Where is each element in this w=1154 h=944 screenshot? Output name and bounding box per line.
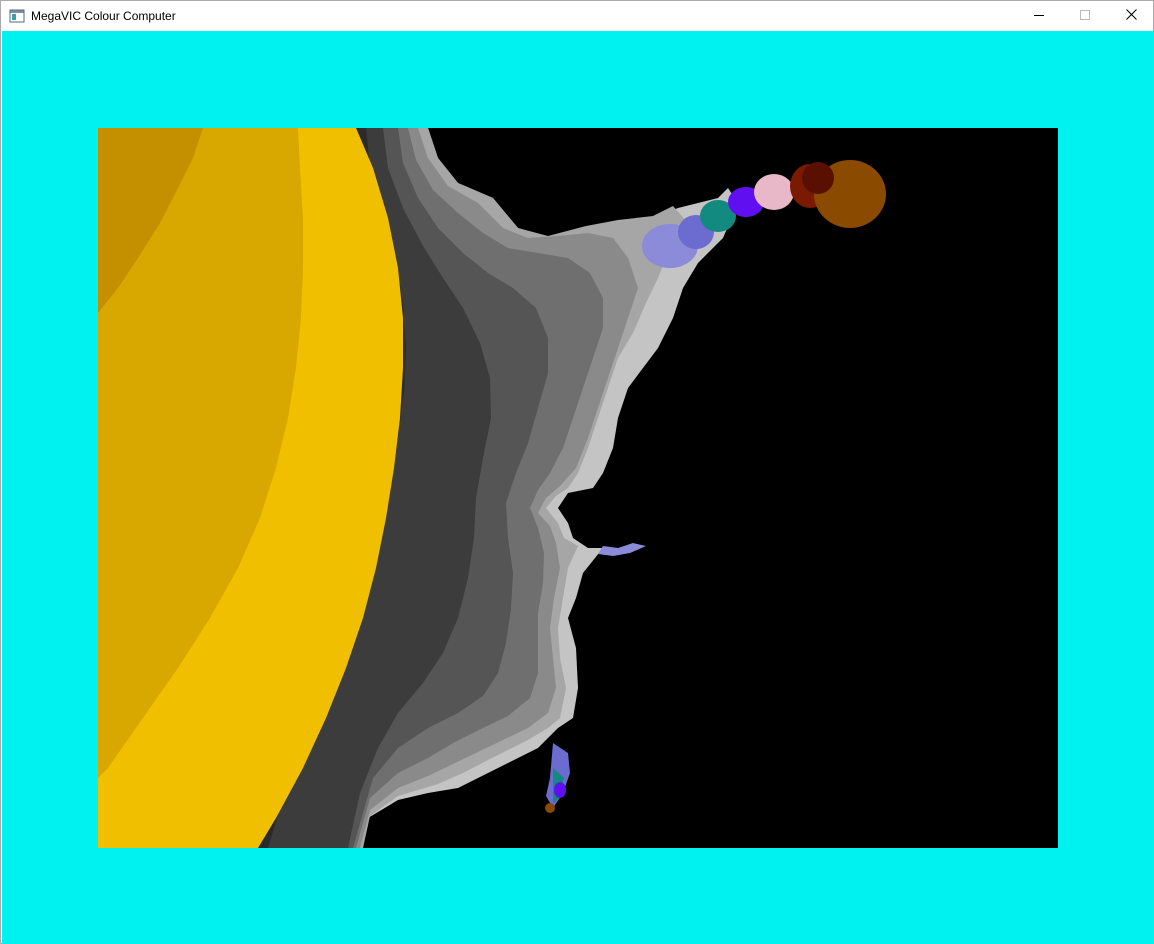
window-title: MegaVIC Colour Computer bbox=[31, 9, 176, 23]
maximize-icon bbox=[1080, 7, 1090, 25]
close-button[interactable] bbox=[1108, 1, 1154, 31]
screen-border bbox=[2, 31, 1153, 944]
minimize-button[interactable] bbox=[1016, 1, 1062, 31]
close-icon bbox=[1125, 7, 1137, 25]
maximize-button[interactable] bbox=[1062, 1, 1108, 31]
title-bar[interactable]: MegaVIC Colour Computer bbox=[1, 1, 1153, 31]
mandelbrot-fractal bbox=[98, 128, 1058, 848]
app-window-icon[interactable] bbox=[9, 8, 25, 24]
app-window: MegaVIC Colour Computer bbox=[0, 0, 1154, 944]
fractal-display[interactable] bbox=[98, 128, 1058, 848]
minimize-icon bbox=[1034, 7, 1044, 25]
